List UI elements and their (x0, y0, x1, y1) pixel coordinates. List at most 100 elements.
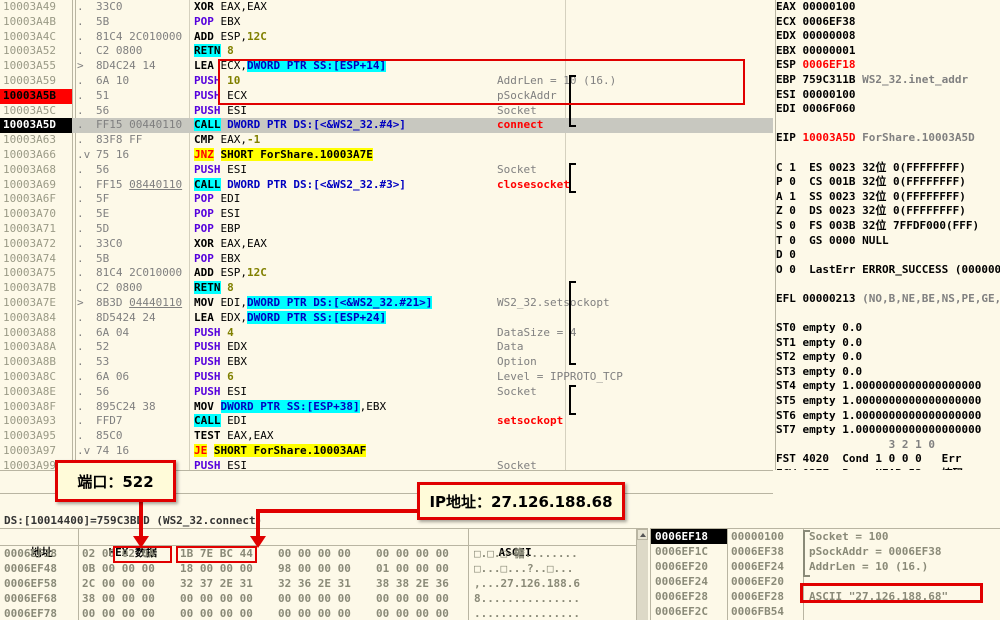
fpu-row-st4[interactable]: ST4 empty 1.0000000000000000000 (776, 379, 1000, 394)
disassembly-row[interactable]: 10003A49.33C0XOR EAX,EAX (0, 0, 773, 15)
dump-row[interactable]: 0006EF582C 00 00 0032 37 2E 3132 36 2E 3… (0, 576, 648, 591)
dump-hex-group[interactable]: 00 00 00 00 (176, 606, 274, 620)
fpu-row-st1[interactable]: ST1 empty 0.0 (776, 336, 1000, 351)
stack-value[interactable]: 0006EF24 (727, 559, 803, 574)
dump-hex-group[interactable]: 00 00 00 00 (274, 591, 372, 606)
disassembly-row[interactable]: 10003A97.v74 16JE SHORT ForShare.10003AA… (0, 444, 773, 459)
disassembly-row[interactable]: 10003A68.56PUSH ESISocket (0, 163, 773, 178)
flag-row-c[interactable]: C 1 ES 0023 32位 0(FFFFFFFF) (776, 161, 1000, 176)
flag-row-s[interactable]: S 0 FS 003B 32位 7FFDF000(FFF) (776, 219, 1000, 234)
disassembly-row[interactable]: 10003A52.C2 0800RETN 8 (0, 44, 773, 59)
dump-hex-group[interactable]: 00 00 00 00 (274, 546, 372, 561)
disassembly-row[interactable]: 10003A66.v75 16JNZ SHORT ForShare.10003A… (0, 148, 773, 163)
disassembly-row[interactable]: 10003A7B.C2 0800RETN 8 (0, 281, 773, 296)
register-value[interactable]: 759C311B (803, 73, 863, 86)
fcw-value[interactable]: 027F (803, 467, 843, 470)
disassembly-row[interactable]: 10003A8F.895C24 38MOV DWORD PTR SS:[ESP+… (0, 400, 773, 415)
fpu-row-st0[interactable]: ST0 empty 0.0 (776, 321, 1000, 336)
dump-hex-group[interactable]: 00 00 00 00 (274, 606, 372, 620)
register-spacer-3[interactable] (776, 277, 1000, 292)
register-row-eax[interactable]: EAX 00000100 (776, 0, 1000, 15)
disassembly-row[interactable]: 10003A8E.56PUSH ESISocket (0, 385, 773, 400)
disassembly-row[interactable]: 10003A4C.81C4 2C010000ADD ESP,12C (0, 30, 773, 45)
register-value[interactable]: 0006F060 (803, 102, 863, 115)
dump-hex-group[interactable]: 38 38 2E 36 (372, 576, 468, 591)
flag-name[interactable]: D 0 (776, 248, 809, 261)
flag-row-d[interactable]: D 0 (776, 248, 1000, 263)
disassembly-row[interactable]: 10003A7E>8B3D 04440110MOV EDI,DWORD PTR … (0, 296, 773, 311)
dump-row[interactable]: 0006EF480B 00 00 0018 00 00 0098 00 00 0… (0, 561, 648, 576)
stack-row[interactable]: 0006EF1C0006EF38pSockAddr = 0006EF38 (651, 544, 1000, 559)
stack-row[interactable]: 0006EF1800000100Socket = 100 (651, 529, 1000, 544)
disassembly-row[interactable]: 10003A6F.5FPOP EDI (0, 192, 773, 207)
dump-hex-group[interactable]: 00 00 00 00 (372, 591, 468, 606)
disassembly-row[interactable]: 10003A93.FFD7CALL EDIsetsockopt (0, 414, 773, 429)
disassembly-row[interactable]: 10003A95.85C0TEST EAX,EAX (0, 429, 773, 444)
register-row-ecx[interactable]: ECX 0006EF38 (776, 15, 1000, 30)
register-value[interactable]: 0006EF18 (803, 58, 863, 71)
dump-hex-group[interactable]: 32 37 2E 31 (176, 576, 274, 591)
disassembly-row[interactable]: 10003A72.33C0XOR EAX,EAX (0, 237, 773, 252)
disassembly-row[interactable]: 10003A71.5DPOP EBP (0, 222, 773, 237)
fcw-row[interactable]: FCW 027F Prec NEAR,53 掩码 (776, 467, 1000, 470)
disassembly-row[interactable]: 10003A5C.56PUSH ESISocket (0, 104, 773, 119)
dump-hex-group[interactable]: 00 00 00 00 (372, 606, 468, 620)
register-value[interactable]: 00000008 (803, 29, 863, 42)
flag-name[interactable]: P 0 (776, 175, 809, 188)
disassembly-row[interactable]: 10003A70.5EPOP ESI (0, 207, 773, 222)
dump-rows[interactable]: 0006EF3802 00 02 0A1B 7E BC 4400 00 00 0… (0, 546, 648, 620)
dump-row[interactable]: 0006EF3802 00 02 0A1B 7E BC 4400 00 00 0… (0, 546, 648, 561)
dump-hex-group[interactable]: 2C 00 00 00 (78, 576, 176, 591)
fst-value[interactable]: 4020 (803, 452, 843, 465)
register-spacer-1[interactable] (776, 117, 1000, 132)
dump-ascii[interactable]: □.□.□~檐........ (468, 546, 578, 561)
register-value[interactable]: 00000100 (803, 88, 863, 101)
disassembly-row[interactable]: 10003A4B.5BPOP EBX (0, 15, 773, 30)
flag-row-z[interactable]: Z 0 DS 0023 32位 0(FFFFFFFF) (776, 204, 1000, 219)
stack-value[interactable]: 00000100 (727, 529, 803, 544)
dump-hex-group[interactable]: 0B 00 00 00 (78, 561, 176, 576)
register-value[interactable]: 00000100 (803, 0, 863, 13)
flag-row-t[interactable]: T 0 GS 0000 NULL (776, 234, 1000, 249)
dump-ascii[interactable]: □...□...?..□... (468, 561, 573, 576)
register-row-efl[interactable]: EFL 00000213 (NO,B,NE,BE,NS,PE,GE,LE) (776, 292, 1000, 307)
register-value[interactable]: 0006EF38 (803, 15, 863, 28)
fst-row[interactable]: FST 4020 Cond 1 0 0 0 Err (776, 452, 1000, 467)
flag-name[interactable]: T 0 (776, 234, 809, 247)
stack-row[interactable]: 0006EF2C0006FB54 (651, 604, 1000, 619)
disassembly-row[interactable]: 10003A75.81C4 2C010000ADD ESP,12C (0, 266, 773, 281)
flag-row-o[interactable]: O 0 LastErr ERROR_SUCCESS (00000000) (776, 263, 1000, 278)
dump-row[interactable]: 0006EF6838 00 00 0000 00 00 0000 00 00 0… (0, 591, 648, 606)
fpu-row-st7[interactable]: ST7 empty 1.0000000000000000000 (776, 423, 1000, 438)
dump-hex-group[interactable]: 00 00 00 00 (78, 606, 176, 620)
flag-name[interactable]: Z 0 (776, 204, 809, 217)
register-row-edi[interactable]: EDI 0006F060 (776, 102, 1000, 117)
stack-value[interactable]: 0006EF38 (727, 544, 803, 559)
register-value[interactable]: 00000001 (803, 44, 863, 57)
stack-row[interactable]: 0006EF200006EF24AddrLen = 10 (16.) (651, 559, 1000, 574)
dump-hex-group[interactable]: 00 00 00 00 (372, 546, 468, 561)
stack-value[interactable]: 0006EF28 (727, 589, 803, 604)
dump-hex-group[interactable]: 32 36 2E 31 (274, 576, 372, 591)
register-value[interactable]: 10003A5D (803, 131, 863, 144)
stack-panel[interactable]: 0006EF1800000100Socket = 1000006EF1C0006… (650, 528, 1000, 620)
stack-value[interactable]: 0006FB54 (727, 604, 803, 619)
dump-scrollbar[interactable] (636, 529, 648, 620)
register-row-ebx[interactable]: EBX 00000001 (776, 44, 1000, 59)
register-spacer-4[interactable] (776, 306, 1000, 321)
register-row-eip[interactable]: EIP 10003A5D ForShare.10003A5D (776, 131, 1000, 146)
fpu-row-st2[interactable]: ST2 empty 0.0 (776, 350, 1000, 365)
stack-value[interactable]: 0006EF20 (727, 574, 803, 589)
fpu-row-st6[interactable]: ST6 empty 1.0000000000000000000 (776, 409, 1000, 424)
dump-ascii[interactable]: ,...27.126.188.6 (468, 576, 580, 591)
flag-name[interactable]: O 0 (776, 263, 809, 276)
dump-ascii[interactable]: 8............... (468, 591, 580, 606)
dump-hex-group[interactable]: 00 00 00 00 (176, 591, 274, 606)
flag-row-p[interactable]: P 0 CS 001B 32位 0(FFFFFFFF) (776, 175, 1000, 190)
register-row-ebp[interactable]: EBP 759C311B WS2_32.inet_addr (776, 73, 1000, 88)
register-row-esi[interactable]: ESI 00000100 (776, 88, 1000, 103)
dump-ascii[interactable]: ................ (468, 606, 580, 620)
fpu-row-st3[interactable]: ST3 empty 0.0 (776, 365, 1000, 380)
flag-row-a[interactable]: A 1 SS 0023 32位 0(FFFFFFFF) (776, 190, 1000, 205)
disassembly-row[interactable]: 10003A88.6A 04PUSH 4DataSize = 4 (0, 326, 773, 341)
